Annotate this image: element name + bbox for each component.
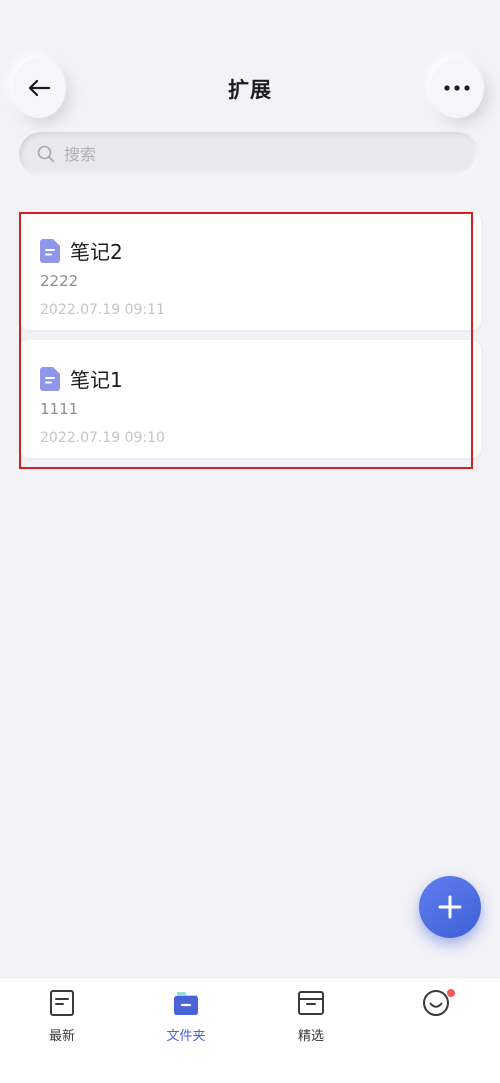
note-title: 笔记1 (70, 368, 123, 392)
tab-profile[interactable] (391, 988, 481, 1052)
note-date: 2022.07.19 09:11 (40, 302, 165, 318)
note-file-icon (40, 366, 60, 391)
note-header: 笔记2 (40, 236, 123, 265)
search-input[interactable] (64, 144, 424, 164)
more-horizontal-icon (444, 85, 470, 91)
header: 扩展 (0, 58, 500, 120)
note-date: 2022.07.19 09:10 (40, 430, 165, 446)
archive-box-icon (298, 991, 324, 1015)
recent-doc-icon (50, 990, 74, 1016)
note-list: 笔记2 2222 2022.07.19 09:11 笔记1 1111 2022.… (19, 212, 481, 468)
page-title: 扩展 (228, 78, 272, 102)
folder-icon (174, 992, 198, 1015)
note-title: 笔记2 (70, 240, 123, 264)
more-button[interactable] (430, 58, 484, 118)
arrow-left-icon (28, 79, 50, 97)
note-card[interactable]: 笔记1 1111 2022.07.19 09:10 (19, 340, 481, 458)
tab-label: 最新 (48, 1029, 75, 1044)
back-button[interactable] (12, 58, 66, 118)
tab-folder[interactable]: 文件夹 (141, 988, 231, 1052)
note-preview: 1111 (40, 400, 79, 418)
note-preview: 2222 (40, 272, 79, 290)
note-header: 笔记1 (40, 364, 123, 393)
tab-label: 文件夹 (166, 1029, 206, 1044)
tab-featured[interactable]: 精选 (266, 988, 356, 1052)
screen: 扩展 笔记2 2222 2022 (0, 0, 500, 1083)
tab-label: 精选 (297, 1029, 324, 1044)
bottom-tab-bar: 最新 文件夹 精选 (0, 977, 500, 1083)
tab-recent[interactable]: 最新 (17, 988, 107, 1052)
add-note-button[interactable] (419, 876, 481, 938)
search-bar[interactable] (19, 132, 479, 176)
notification-badge-dot (447, 989, 455, 997)
note-card[interactable]: 笔记2 2222 2022.07.19 09:11 (19, 212, 481, 330)
note-file-icon (40, 238, 60, 263)
plus-icon (438, 895, 462, 919)
search-icon (37, 145, 55, 163)
